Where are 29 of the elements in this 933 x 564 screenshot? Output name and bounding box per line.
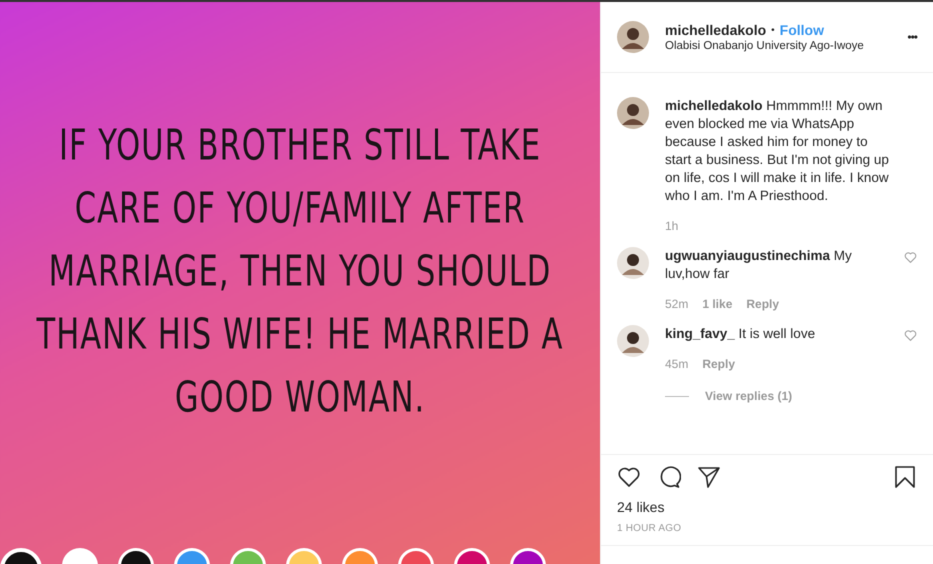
bookmark-icon[interactable] <box>893 465 917 489</box>
post-timestamp: 1 HOUR AGO <box>617 523 682 534</box>
comment-text: ugwuanyiaugustinechima My luv,how far <box>665 247 853 283</box>
avatar-icon[interactable] <box>617 21 649 53</box>
likes-count[interactable]: 24 likes <box>617 499 917 515</box>
share-icon[interactable] <box>697 465 721 489</box>
comment-likes-link[interactable]: 1 like <box>702 297 732 311</box>
image-text: IF YOUR BROTHER STILL TAKE <box>58 120 542 173</box>
comment-text: king_favy_ It is well love <box>665 325 816 343</box>
like-heart-icon[interactable] <box>617 465 641 489</box>
avatar-icon[interactable] <box>617 247 649 279</box>
image-text: GOOD WOMAN. <box>174 372 426 425</box>
username-link[interactable]: michelledakolo <box>665 22 766 38</box>
reply-link[interactable]: Reply <box>702 357 736 371</box>
separator-dot: • <box>771 24 775 36</box>
image-text: MARRIAGE, THEN YOU SHOULD <box>48 246 552 299</box>
avatar-icon[interactable] <box>617 97 649 129</box>
caption-text: michelledakolo Hmmmm!!! My own even blocked me via WhatsApp because I asked him for money to start a business. But I'm not giving up on life, cos I will make it in life. I know who I am. I'm A Priesthood. <box>665 97 890 205</box>
avatar-icon[interactable] <box>617 325 649 357</box>
comment-time: 45m <box>665 357 688 371</box>
follow-link[interactable]: Follow <box>780 22 824 38</box>
view-replies-link[interactable]: View replies (1) <box>705 389 792 403</box>
image-text: CARE OF YOU/FAMILY AFTER <box>74 182 526 236</box>
more-options-button[interactable]: ••• <box>907 30 917 44</box>
image-text: THANK HIS WIFE! HE MARRIED A <box>36 308 564 362</box>
comment-time: 52m <box>665 297 688 311</box>
reply-link[interactable]: Reply <box>746 297 780 311</box>
comment-time: 1h <box>665 219 678 233</box>
location-link[interactable]: Olabisi Onabanjo University Ago-Iwoye <box>665 40 908 52</box>
